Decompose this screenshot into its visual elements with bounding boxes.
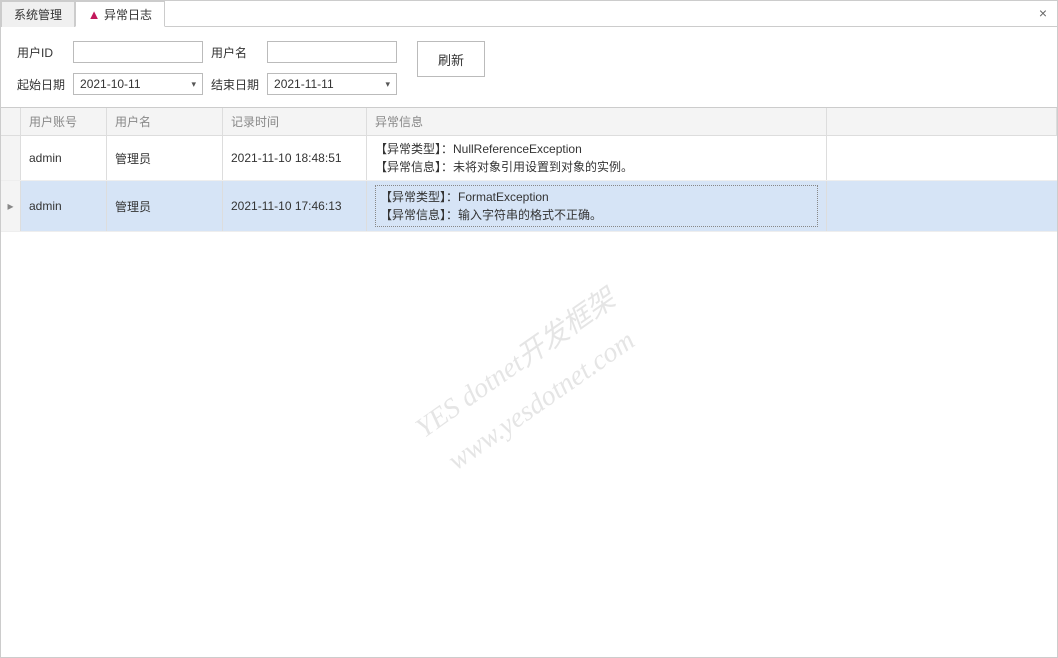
- cell-time: 2021-11-10 18:48:51: [223, 136, 367, 180]
- warning-icon: ▲: [88, 8, 100, 20]
- user-name-input[interactable]: [267, 41, 397, 63]
- cell-account: admin: [21, 181, 107, 231]
- user-id-input[interactable]: [73, 41, 203, 63]
- end-date-value: 2021-11-11: [274, 77, 385, 91]
- chevron-down-icon: ▾: [191, 79, 196, 90]
- cell-info-text: 【异常类型】：FormatException 【异常信息】：输入字符串的格式不正…: [380, 188, 813, 224]
- col-extra-header: [827, 108, 1057, 135]
- tab-bar: 系统管理 ▲ 异常日志 ×: [1, 1, 1057, 27]
- main-window: 系统管理 ▲ 异常日志 × 用户ID 用户名 起始日期 2021-10-11 ▾…: [0, 0, 1058, 658]
- col-indicator-header: [1, 108, 21, 135]
- start-date-label: 起始日期: [17, 76, 65, 93]
- filter-panel: 用户ID 用户名 起始日期 2021-10-11 ▾ 结束日期 2021-11-…: [1, 27, 1057, 108]
- end-date-picker[interactable]: 2021-11-11 ▾: [267, 73, 397, 95]
- tab-label: 异常日志: [104, 6, 152, 23]
- col-time-header[interactable]: 记录时间: [223, 108, 367, 135]
- cell-info-focus-box: 【异常类型】：FormatException 【异常信息】：输入字符串的格式不正…: [375, 185, 818, 227]
- data-grid[interactable]: 用户账号 用户名 记录时间 异常信息 admin 管理员 2021-11-10 …: [1, 108, 1057, 657]
- tab-system-management[interactable]: 系统管理: [1, 1, 75, 27]
- col-info-header[interactable]: 异常信息: [367, 108, 827, 135]
- filter-grid: 用户ID 用户名 起始日期 2021-10-11 ▾ 结束日期 2021-11-…: [17, 41, 397, 95]
- cell-info: 【异常类型】：NullReferenceException 【异常信息】：未将对…: [367, 136, 827, 180]
- row-indicator: ▸: [1, 181, 21, 231]
- table-row[interactable]: admin 管理员 2021-11-10 18:48:51 【异常类型】：Nul…: [1, 136, 1057, 181]
- cell-info-text: 【异常类型】：NullReferenceException 【异常信息】：未将对…: [375, 140, 633, 176]
- close-icon: ×: [1039, 5, 1047, 21]
- user-name-label: 用户名: [211, 44, 259, 61]
- close-button[interactable]: ×: [1035, 5, 1051, 21]
- cell-account: admin: [21, 136, 107, 180]
- cell-time: 2021-11-10 17:46:13: [223, 181, 367, 231]
- chevron-down-icon: ▾: [386, 79, 391, 90]
- col-username-header[interactable]: 用户名: [107, 108, 223, 135]
- cell-username: 管理员: [107, 181, 223, 231]
- cell-extra: [827, 181, 1057, 231]
- tab-error-log[interactable]: ▲ 异常日志: [75, 1, 165, 27]
- cell-extra: [827, 136, 1057, 180]
- cell-username: 管理员: [107, 136, 223, 180]
- table-row[interactable]: ▸ admin 管理员 2021-11-10 17:46:13 【异常类型】：F…: [1, 181, 1057, 232]
- start-date-value: 2021-10-11: [80, 77, 191, 91]
- refresh-label: 刷新: [438, 50, 464, 69]
- tab-label: 系统管理: [14, 6, 62, 23]
- grid-header: 用户账号 用户名 记录时间 异常信息: [1, 108, 1057, 136]
- watermark: YES dotnet开发框架 www.yesdotnet.com: [407, 278, 651, 487]
- refresh-button[interactable]: 刷新: [417, 41, 485, 77]
- end-date-label: 结束日期: [211, 76, 259, 93]
- col-account-header[interactable]: 用户账号: [21, 108, 107, 135]
- row-indicator: [1, 136, 21, 180]
- start-date-picker[interactable]: 2021-10-11 ▾: [73, 73, 203, 95]
- user-id-label: 用户ID: [17, 44, 65, 61]
- cell-info: 【异常类型】：FormatException 【异常信息】：输入字符串的格式不正…: [367, 181, 827, 231]
